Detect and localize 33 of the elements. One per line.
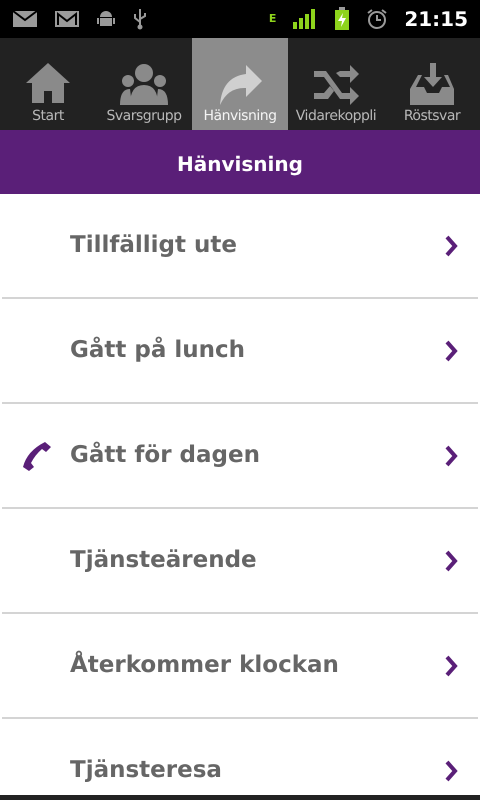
usb-icon xyxy=(132,8,148,30)
robot-icon xyxy=(96,9,116,29)
list-item[interactable]: Tillfälligt ute xyxy=(2,194,478,299)
battery-icon xyxy=(334,7,350,31)
clock-time: 21:15 xyxy=(404,6,468,33)
chevron-right-icon xyxy=(444,760,458,782)
tab[interactable]: Svarsgrupp xyxy=(96,38,192,130)
chevron-right-icon xyxy=(444,234,458,256)
item-label: Gått för dagen xyxy=(70,440,261,470)
mail-icon xyxy=(12,9,38,29)
mail-icon xyxy=(54,9,80,29)
chevron-right-icon xyxy=(444,654,458,676)
chevron-right-icon xyxy=(444,550,458,572)
list-item[interactable]: Återkommer klockan xyxy=(2,614,478,719)
inbox-icon xyxy=(407,61,457,107)
item-label: Tjänsteresa xyxy=(70,756,223,786)
tab[interactable]: Hänvisning xyxy=(192,38,288,130)
header-title: Hänvisning xyxy=(177,151,303,178)
item-label: Tillfälligt ute xyxy=(70,231,238,260)
tab[interactable]: Start xyxy=(0,38,96,130)
item-label: Gått på lunch xyxy=(70,336,246,366)
people-icon xyxy=(119,61,169,107)
chevron-right-icon xyxy=(444,444,458,466)
item-label: Återkommer klockan xyxy=(70,650,340,680)
tab[interactable]: Vidarekoppli xyxy=(288,38,384,130)
tab[interactable]: Röstsvar xyxy=(384,38,480,130)
alarm-clock-icon xyxy=(366,8,388,30)
item-label: Tjänsteärende xyxy=(70,546,258,576)
network-type-indicator: E xyxy=(268,10,276,27)
list-item[interactable]: Gått på lunch xyxy=(2,299,478,404)
list-item[interactable]: Tjänsteärende xyxy=(2,509,478,614)
list-item[interactable]: Gått för dagen xyxy=(2,404,478,509)
chevron-right-icon xyxy=(444,340,458,362)
